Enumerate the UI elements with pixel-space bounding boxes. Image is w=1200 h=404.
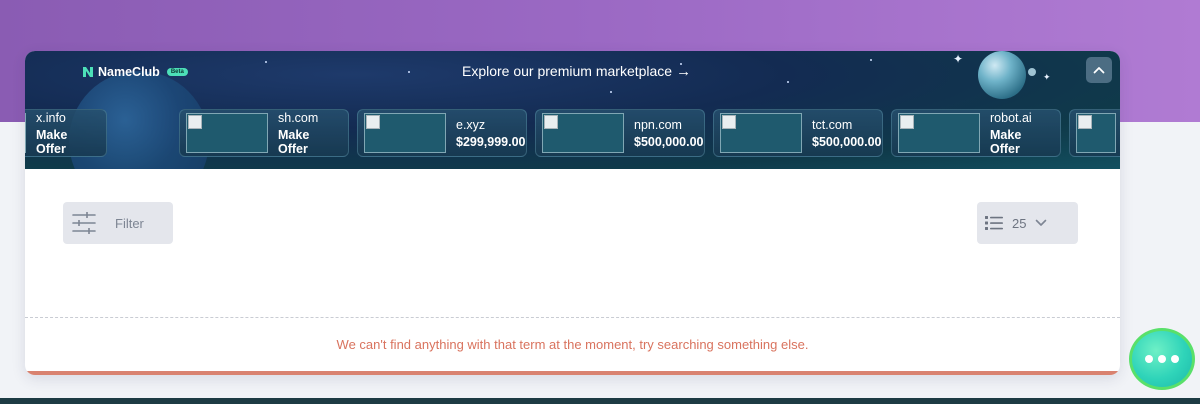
domain-image bbox=[1076, 113, 1116, 153]
domain-price: Make Offer bbox=[278, 127, 310, 156]
domain-card[interactable]: npn.com $500,000.00 bbox=[535, 109, 705, 157]
star-dot bbox=[265, 61, 267, 63]
chevron-up-icon bbox=[1093, 67, 1105, 74]
empty-results-message: We can't find anything with that term at… bbox=[336, 337, 809, 352]
domain-price: $500,000.00 bbox=[812, 134, 882, 149]
page-size-select[interactable]: 25 bbox=[977, 202, 1078, 244]
explore-marketplace-link[interactable]: Explore our premium marketplace → bbox=[462, 62, 691, 80]
domain-name: robot.ai bbox=[990, 110, 1032, 125]
domain-card[interactable]: sh.com Make Offer bbox=[179, 109, 349, 157]
domain-price: $299,999.00 bbox=[456, 134, 526, 149]
domain-image bbox=[25, 113, 26, 153]
chat-bubble-icon bbox=[1145, 355, 1153, 363]
nameclub-logo-icon bbox=[83, 67, 93, 77]
list-icon bbox=[985, 216, 1003, 230]
domain-name: sh.com bbox=[278, 110, 319, 125]
star-dot bbox=[610, 91, 612, 93]
domain-card[interactable]: tct.com $500,000.00 bbox=[713, 109, 883, 157]
marketplace-banner: ✦ ✦ NameClub Beta Explore our premium ma… bbox=[25, 51, 1120, 169]
explore-text: Explore our premium marketplace bbox=[462, 63, 673, 79]
filter-button[interactable]: Filter bbox=[63, 202, 173, 244]
domain-card[interactable]: x.info Make Offer bbox=[25, 109, 107, 157]
star-dot bbox=[870, 59, 872, 61]
arrow-right-icon: → bbox=[676, 62, 692, 80]
domain-name: x.info bbox=[36, 110, 66, 125]
results-divider bbox=[25, 317, 1120, 318]
star-dot bbox=[787, 81, 789, 83]
moon-decoration bbox=[1028, 68, 1036, 76]
chat-bubble-icon bbox=[1158, 355, 1166, 363]
domain-name: npn.com bbox=[634, 117, 682, 132]
domain-card[interactable]: robot.ai Make Offer bbox=[891, 109, 1061, 157]
domain-image bbox=[364, 113, 446, 153]
domain-image bbox=[898, 113, 980, 153]
domain-card[interactable]: e.xyz $299,999.00 bbox=[357, 109, 527, 157]
domain-card[interactable] bbox=[1069, 109, 1120, 157]
chat-button[interactable] bbox=[1129, 328, 1195, 390]
chevron-down-icon bbox=[1036, 219, 1047, 226]
domain-image bbox=[542, 113, 624, 153]
beta-badge: Beta bbox=[166, 68, 188, 76]
collapse-banner-button[interactable] bbox=[1086, 57, 1112, 83]
chat-bubble-icon bbox=[1171, 355, 1179, 363]
brand-name: NameClub bbox=[98, 65, 160, 79]
orb-decoration bbox=[978, 51, 1026, 99]
brand[interactable]: NameClub Beta bbox=[82, 64, 188, 80]
bottom-strip bbox=[0, 398, 1200, 404]
filter-label: Filter bbox=[115, 215, 144, 231]
featured-domains-carousel: x.info Make Offer sh.com Make Offer e.xy… bbox=[25, 109, 1120, 157]
domain-image bbox=[186, 113, 268, 153]
domain-price: $500,000.00 bbox=[634, 134, 704, 149]
star-dot bbox=[408, 71, 410, 73]
domain-name: e.xyz bbox=[456, 117, 486, 132]
domain-price: Make Offer bbox=[36, 127, 68, 156]
domain-image bbox=[720, 113, 802, 153]
bottom-accent-bar bbox=[25, 371, 1120, 375]
sliders-icon bbox=[72, 212, 96, 234]
sparkle-icon: ✦ bbox=[1043, 72, 1051, 82]
domain-price: Make Offer bbox=[990, 127, 1022, 156]
sparkle-icon: ✦ bbox=[953, 52, 964, 66]
page-size-value: 25 bbox=[1012, 215, 1027, 231]
domain-name: tct.com bbox=[812, 117, 853, 132]
marketplace-panel: ✦ ✦ NameClub Beta Explore our premium ma… bbox=[25, 51, 1120, 375]
